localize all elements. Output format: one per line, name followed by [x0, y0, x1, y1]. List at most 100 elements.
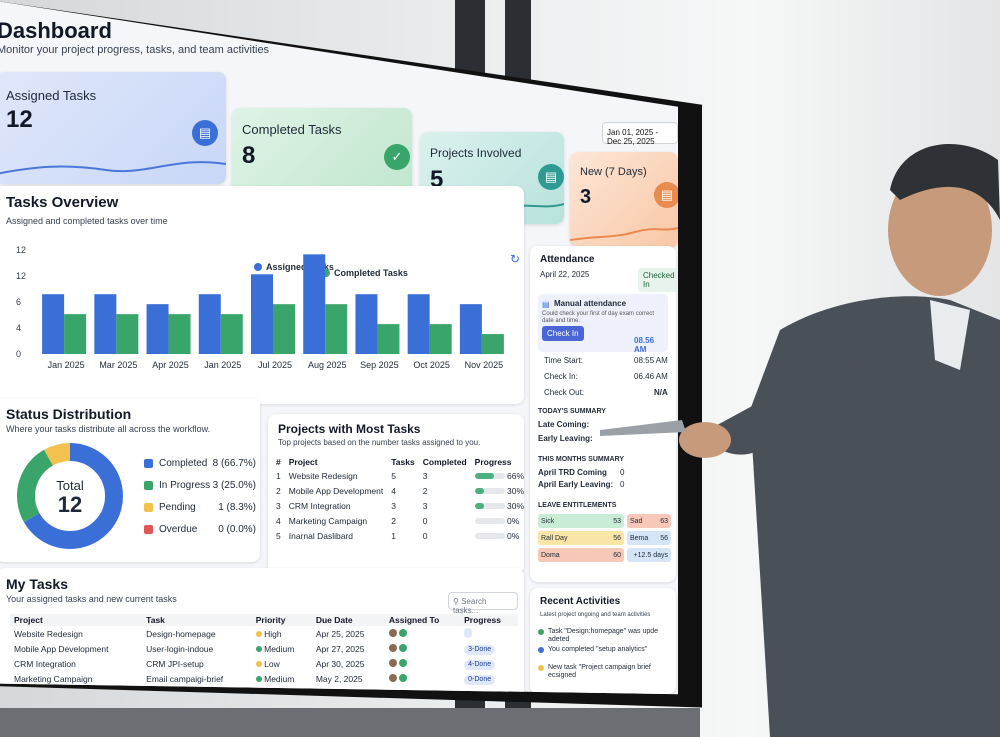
due-date: Apr 25, 2025 — [315, 628, 365, 639]
floor-frame — [0, 708, 700, 737]
table-row[interactable]: 3 CRM Integration 3 3 30% — [272, 498, 524, 513]
stat-value: 3 — [580, 186, 592, 208]
column-header: # — [276, 457, 281, 467]
x-tick-label: Sep 2025 — [360, 360, 399, 370]
priority-dot — [255, 675, 262, 682]
project-name: CRM Integration — [14, 658, 76, 669]
column-header: Due Date — [315, 615, 353, 625]
project-name: Website Redesign — [14, 628, 83, 639]
bar-assigned — [42, 294, 65, 354]
table-cell — [460, 626, 518, 641]
progress-cell: 0% — [471, 528, 524, 543]
status-label: Overdue — [159, 523, 198, 535]
status-label: In Progress — [159, 479, 211, 491]
avatar — [398, 628, 407, 637]
table-cell: Low — [252, 656, 312, 671]
table-cell: Medium — [252, 641, 312, 656]
table-cell: Email campaigi-brief — [142, 671, 252, 686]
table-cell: Marketing Campaign — [288, 515, 368, 526]
table-cell: 3 — [422, 500, 428, 511]
priority-label: Medium — [264, 643, 295, 654]
y-tick-label: 4 — [16, 323, 21, 333]
activity-dot — [538, 647, 544, 653]
search-icon: ⚲ — [453, 597, 459, 606]
table-row[interactable]: 5 Inarnal Daslibard 1 0 0% — [272, 528, 524, 543]
status-swatch — [144, 458, 153, 468]
progress-pill — [464, 627, 473, 638]
time-start-label: Time Start: — [544, 356, 583, 365]
x-tick-label: Jul 2025 — [258, 360, 292, 370]
table-cell: User-login-indoue — [142, 641, 252, 656]
due-date: Apr 27, 2025 — [315, 643, 365, 654]
table-row[interactable]: Marketing Campaign Email campaigi-brief M… — [10, 671, 518, 686]
table-header-row: Project Task Priority Due Date Assigned To Pr… — [10, 614, 518, 626]
bar-completed — [64, 314, 87, 354]
table-cell — [385, 626, 460, 641]
priority-label: Medium — [264, 673, 295, 684]
due-date: Apr 30, 2025 — [315, 658, 365, 669]
table-cell: Inarnal Daslibard — [288, 530, 353, 541]
progress-cell: 66% — [471, 468, 524, 483]
bar-completed — [429, 324, 452, 354]
panel-title: Status Distribution — [6, 406, 132, 422]
clipboard-icon: ▤ — [192, 120, 218, 146]
tasks-overview-panel: Tasks Overview Assigned and completed ta… — [0, 186, 524, 404]
stat-value: 12 — [6, 106, 33, 133]
bar-assigned — [198, 294, 221, 354]
column-header: Tasks — [391, 457, 415, 467]
bar-assigned — [355, 294, 378, 354]
leave-label: Sick — [541, 517, 555, 525]
bar-assigned — [303, 254, 326, 354]
donut-total-label: Total — [56, 478, 84, 493]
bar-completed — [481, 334, 504, 354]
table-row[interactable]: 1 Website Redesign 5 3 66% — [272, 468, 524, 483]
status-label: Pending — [159, 501, 196, 513]
table-row[interactable]: 4 Marketing Campaign 2 0 0% — [272, 513, 524, 528]
table-cell: 3-Done — [460, 641, 518, 656]
column-header: Task — [146, 615, 165, 625]
table-cell: Medium — [252, 671, 312, 686]
presenter-person — [600, 144, 1000, 737]
bar-assigned — [407, 294, 430, 354]
dashboard-screen: Dashboard Monitor your project progress,… — [0, 0, 678, 695]
table-row[interactable]: CRM Integration CRM JPI-setup Low Apr 30, … — [10, 656, 518, 671]
table-cell — [385, 656, 460, 671]
task-name: Email campaigi-brief — [146, 673, 224, 684]
y-tick-label: 12 — [16, 271, 26, 281]
stat-label: Assigned Tasks — [6, 88, 97, 103]
priority-dot — [255, 645, 262, 652]
table-cell: 4 — [391, 485, 396, 496]
check-icon: ✓ — [384, 144, 410, 170]
table-cell: High — [252, 626, 312, 641]
priority-label: High — [264, 628, 282, 639]
table-cell: Mobile App Development — [288, 485, 384, 496]
attendance-date: April 22, 2025 — [540, 270, 590, 279]
progress-cell: 0% — [471, 513, 524, 528]
table-row[interactable]: Mobile App Development User-login-indoue … — [10, 641, 518, 656]
table-cell: Marketing Campaign — [10, 671, 142, 686]
table-cell: CRM Integration — [10, 656, 142, 671]
search-placeholder: Search tasks... — [453, 597, 487, 615]
table-cell: Mobile App Development — [10, 641, 142, 656]
x-tick-label: Jan 2025 — [48, 360, 85, 370]
projects-panel: Projects with Most Tasks Top projects ba… — [268, 414, 524, 574]
column-header: Progress — [474, 457, 512, 467]
status-legend-row: Completed 8 (66.7%) — [144, 452, 256, 474]
table-cell: May 2, 2025 — [312, 671, 385, 686]
table-row[interactable]: Website Redesign Design-homepage High Apr … — [10, 626, 518, 641]
table-cell: 2 — [422, 485, 428, 496]
column-header: Project — [288, 457, 318, 467]
table-header-row: # Project Tasks Completed Progress — [272, 456, 524, 468]
table-row[interactable]: 2 Mobile App Development 4 2 30% — [272, 483, 524, 498]
progress-pill: 3-Done — [464, 644, 496, 655]
search-input[interactable]: ⚲ Search tasks... — [448, 592, 518, 615]
status-value: 3 (25.0%) — [212, 479, 256, 491]
table-cell: 2 — [276, 485, 281, 496]
avatar — [398, 673, 407, 682]
avatar — [398, 658, 407, 667]
status-swatch — [144, 502, 153, 512]
leave-label: Rall Day — [541, 534, 568, 542]
check-in-button[interactable]: Check In — [542, 326, 584, 341]
bar-completed — [220, 314, 243, 354]
stat-card-assigned[interactable]: Assigned Tasks 12 ▤ — [0, 72, 226, 184]
